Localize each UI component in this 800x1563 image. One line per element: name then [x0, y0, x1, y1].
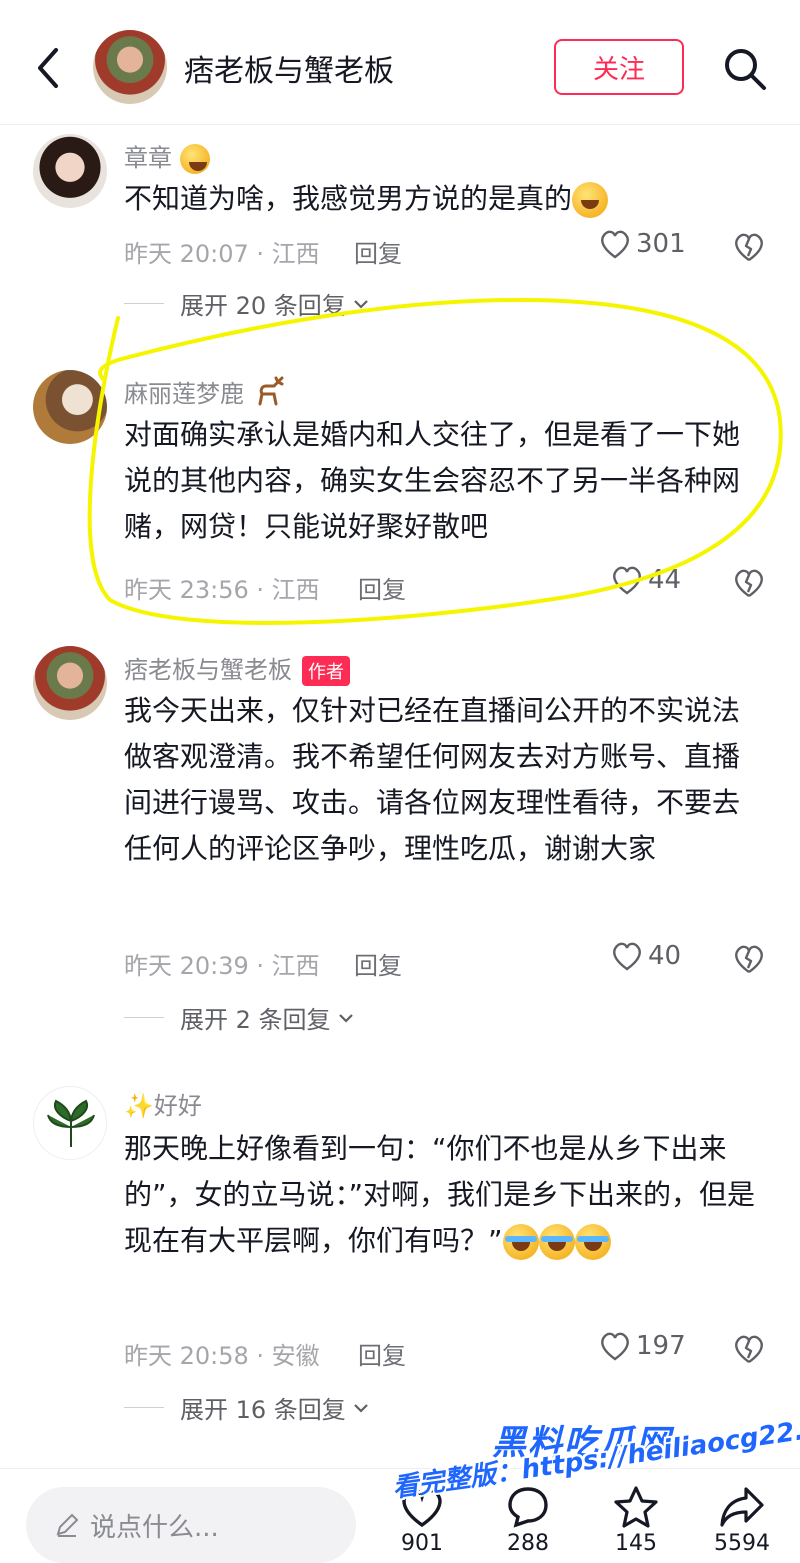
commenter-avatar[interactable]: [33, 1086, 107, 1160]
expand-replies[interactable]: 展开 2 条回复: [124, 1000, 355, 1035]
chevron-down-icon: [338, 1013, 353, 1023]
follow-button[interactable]: 关注: [554, 39, 684, 95]
broken-heart-icon[interactable]: [732, 230, 766, 264]
like-button[interactable]: 44: [610, 564, 681, 596]
comment-text: 我今天出来，仅针对已经在直播间公开的不实说法做客观澄清。我不希望任何网友去对方账…: [124, 694, 741, 865]
comment-text: 对面确实承认是婚内和人交往了，但是看了一下她说的其他内容，确实女生会容忍不了另一…: [124, 418, 741, 543]
divider: [124, 303, 164, 304]
like-button[interactable]: 197: [598, 1330, 686, 1362]
comment-meta: 昨天 20:39 · 江西: [124, 952, 320, 980]
reply-button[interactable]: 回复: [358, 570, 406, 605]
chevron-down-icon: [354, 299, 368, 309]
expand-replies[interactable]: 展开 20 条回复: [124, 286, 370, 321]
commenter-avatar[interactable]: [33, 134, 107, 208]
search-icon[interactable]: [722, 46, 768, 92]
comment-input[interactable]: 说点什么...: [26, 1487, 356, 1563]
like-count: 44: [648, 565, 682, 595]
share-arrow-icon: [720, 1487, 764, 1527]
comment-text: 那天晚上好像看到一句：“你们不也是从乡下出来的”，女的立马说：”对啊，我们是乡下…: [124, 1126, 764, 1264]
comment-meta: 昨天 23:56 · 江西: [124, 576, 320, 604]
divider: [124, 1017, 164, 1018]
comment-username[interactable]: 痞老板与蟹老板 作者: [124, 650, 350, 686]
author-badge: 作者: [302, 656, 350, 686]
heart-icon: [613, 566, 641, 595]
heart-icon: [601, 1332, 629, 1361]
reply-button[interactable]: 回复: [358, 1336, 406, 1371]
sweat-smile-emoji-icon: [572, 182, 609, 218]
comment-username[interactable]: 章章: [124, 138, 210, 174]
comment-meta: 昨天 20:58 · 安徽: [124, 1342, 320, 1370]
laugh-cry-emoji-icon: [502, 1224, 539, 1260]
like-button[interactable]: 40: [610, 940, 681, 972]
broken-heart-icon[interactable]: [732, 942, 766, 976]
pencil-icon: [56, 1513, 79, 1537]
reply-button[interactable]: 回复: [354, 946, 402, 981]
share-action[interactable]: 5594: [702, 1485, 782, 1556]
author-avatar[interactable]: [93, 30, 167, 104]
page-title: 痞老板与蟹老板: [184, 54, 394, 89]
broken-heart-icon[interactable]: [732, 566, 766, 600]
comment-meta: 昨天 20:07 · 江西: [124, 240, 320, 268]
comment-text: 不知道为啥，我感觉男方说的是真的: [124, 176, 764, 222]
laugh-cry-emoji-icon: [538, 1224, 575, 1260]
back-arrow-icon[interactable]: [30, 44, 70, 92]
comment-total: 288: [507, 1531, 549, 1556]
laugh-cry-emoji-icon: [574, 1224, 611, 1260]
reply-button[interactable]: 回复: [354, 234, 402, 269]
comment-username[interactable]: 麻丽莲梦鹿: [124, 374, 286, 414]
leaf-icon: [47, 1099, 95, 1147]
like-count: 40: [648, 941, 682, 971]
divider: [124, 1407, 164, 1408]
comment-username[interactable]: ✨好好: [124, 1086, 202, 1121]
top-bar: 痞老板与蟹老板 关注: [0, 0, 800, 125]
commenter-avatar[interactable]: [33, 370, 107, 444]
like-total: 901: [401, 1531, 443, 1556]
comment-bubble-icon: [508, 1487, 548, 1528]
comment-action[interactable]: 288: [488, 1485, 568, 1556]
commenter-avatar[interactable]: [33, 646, 107, 720]
star-icon: [614, 1486, 658, 1528]
expand-replies[interactable]: 展开 16 条回复: [124, 1390, 370, 1425]
like-count: 301: [636, 229, 686, 259]
like-button[interactable]: 301: [598, 228, 686, 260]
angel-emoji-icon: [179, 144, 210, 174]
favorite-action[interactable]: 145: [596, 1485, 676, 1556]
heart-icon: [613, 942, 641, 971]
chevron-down-icon: [354, 1403, 368, 1413]
like-count: 197: [636, 1331, 686, 1361]
broken-heart-icon[interactable]: [732, 1332, 766, 1366]
share-total: 5594: [714, 1531, 770, 1556]
deer-emoji-icon: [252, 376, 286, 414]
heart-icon: [601, 230, 629, 259]
favorite-total: 145: [615, 1531, 657, 1556]
